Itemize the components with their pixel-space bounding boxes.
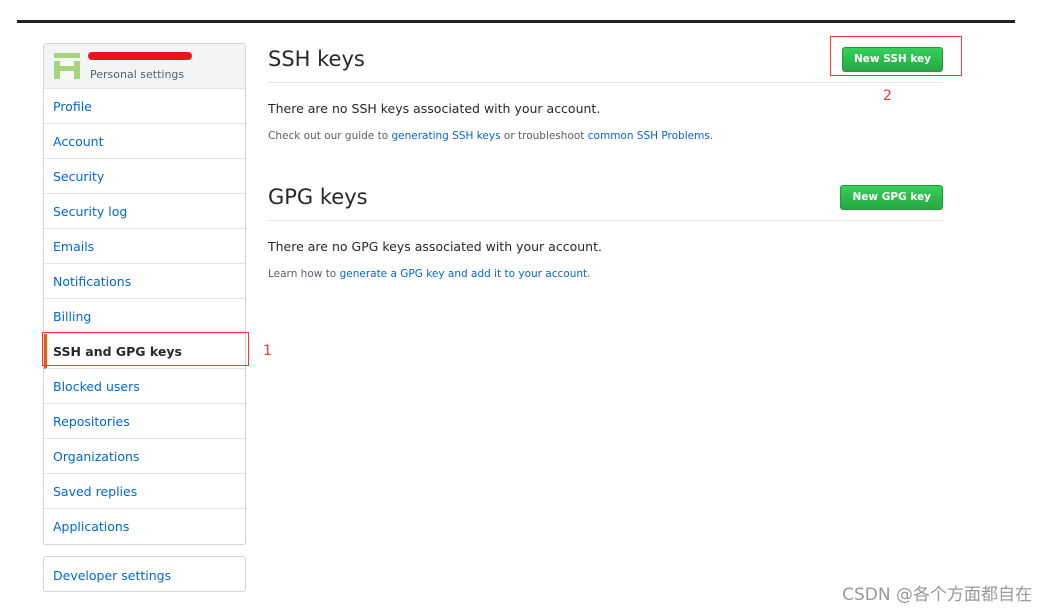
sidebar-item-security[interactable]: Security <box>44 159 245 194</box>
common-ssh-problems-link[interactable]: common SSH Problems <box>588 130 710 142</box>
new-gpg-key-button[interactable]: New GPG key <box>840 185 943 210</box>
sidebar-item-developer-settings[interactable]: Developer settings <box>43 556 246 592</box>
sidebar-item-emails[interactable]: Emails <box>44 229 245 264</box>
annotation-box-2 <box>830 36 962 76</box>
gpg-keys-section: GPG keys New GPG key There are no GPG ke… <box>268 181 943 280</box>
annotation-box-1 <box>42 332 249 366</box>
sidebar-item-saved-replies[interactable]: Saved replies <box>44 474 245 509</box>
note-text: . <box>587 268 591 280</box>
annotation-number-1: 1 <box>263 343 272 359</box>
sidebar-item-applications[interactable]: Applications <box>44 509 245 544</box>
sidebar-item-security-log[interactable]: Security log <box>44 194 245 229</box>
username-redaction <box>88 52 192 60</box>
top-divider <box>17 20 1015 23</box>
ssh-help-note: Check out our guide to generating SSH ke… <box>268 130 943 142</box>
sidebar-item-blocked-users[interactable]: Blocked users <box>44 369 245 404</box>
note-text: . <box>709 130 714 142</box>
generating-ssh-keys-link[interactable]: generating SSH keys <box>391 130 500 142</box>
sidebar-item-notifications[interactable]: Notifications <box>44 264 245 299</box>
gpg-empty-message: There are no GPG keys associated with yo… <box>268 239 602 254</box>
note-text: Check out our guide to <box>268 130 392 142</box>
avatar[interactable] <box>54 53 80 79</box>
sidebar-item-profile[interactable]: Profile <box>44 89 245 124</box>
generate-gpg-key-link[interactable]: generate a GPG key and add it to your ac… <box>340 268 588 280</box>
ssh-empty-message: There are no SSH keys associated with yo… <box>268 101 601 116</box>
watermark: CSDN @各个方面都自在 <box>842 585 1032 605</box>
settings-sidebar: Personal settings Profile Account Security… <box>43 43 246 545</box>
annotation-number-2: 2 <box>883 88 892 104</box>
note-text: Learn how to <box>268 268 340 280</box>
personal-settings-label: Personal settings <box>90 68 185 81</box>
sidebar-item-repositories[interactable]: Repositories <box>44 404 245 439</box>
sidebar-item-billing[interactable]: Billing <box>44 299 245 334</box>
sidebar-item-organizations[interactable]: Organizations <box>44 439 245 474</box>
gpg-help-note: Learn how to generate a GPG key and add … <box>268 268 943 280</box>
note-text: or troubleshoot <box>500 130 588 142</box>
sidebar-header: Personal settings <box>44 44 245 89</box>
sidebar-item-account[interactable]: Account <box>44 124 245 159</box>
